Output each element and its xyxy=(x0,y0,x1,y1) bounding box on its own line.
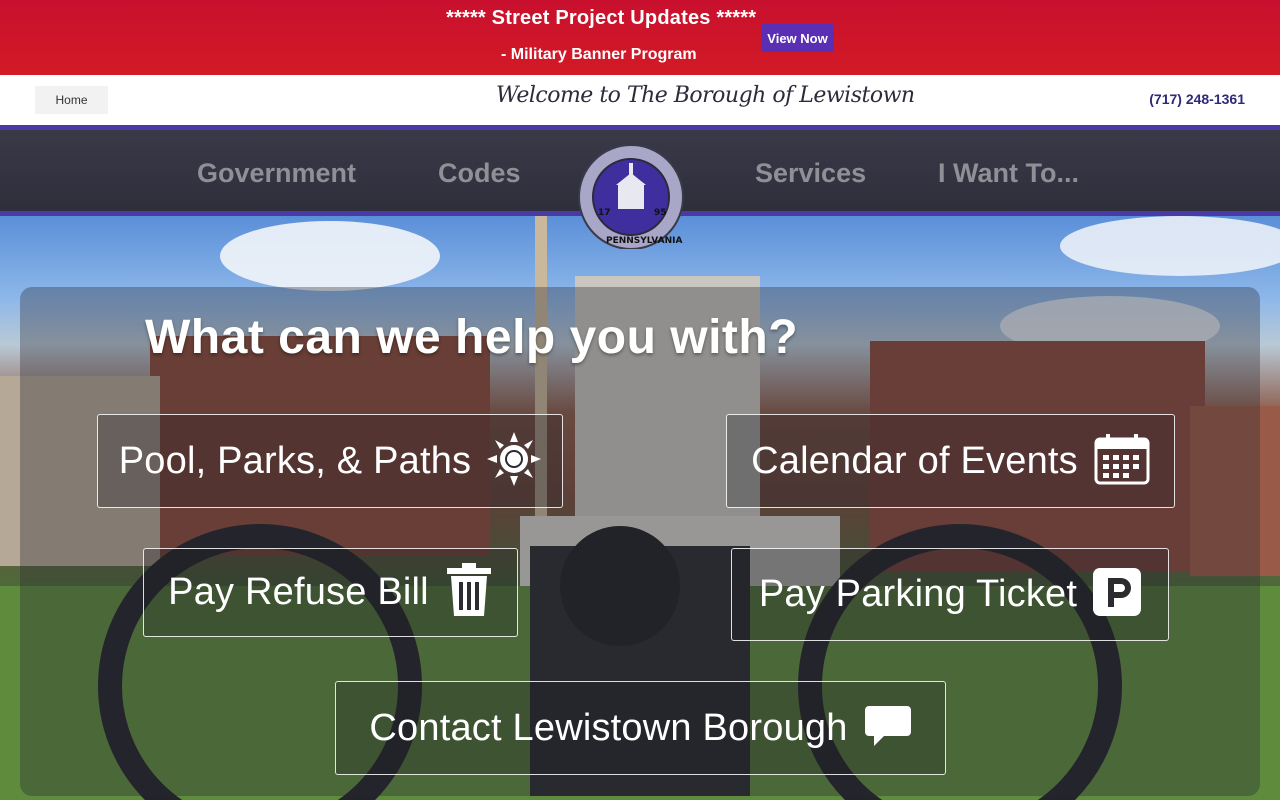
home-button[interactable]: Home xyxy=(35,86,108,114)
view-now-button[interactable]: View Now xyxy=(761,24,834,52)
action-label: Pool, Parks, & Paths xyxy=(118,439,472,482)
banner-subtitle: - Military Banner Program xyxy=(501,46,697,63)
action-label: Pay Parking Ticket xyxy=(758,573,1078,615)
seal-year-right: 95 xyxy=(654,208,667,218)
banner-title: ***** Street Project Updates ***** xyxy=(446,7,757,29)
contact-borough-button[interactable]: Contact Lewistown Borough xyxy=(335,681,946,775)
pay-refuse-bill-button[interactable]: Pay Refuse Bill xyxy=(143,548,518,637)
top-bar: Home Welcome to The Borough of Lewistown… xyxy=(0,75,1280,125)
parking-icon xyxy=(1093,568,1142,621)
action-label: Contact Lewistown Borough xyxy=(369,706,848,749)
nav-item-services[interactable]: Services xyxy=(755,158,866,189)
calendar-icon xyxy=(1094,433,1150,490)
action-label: Calendar of Events xyxy=(751,439,1078,482)
welcome-script-title: Welcome to The Borough of Lewistown xyxy=(496,83,915,108)
sun-icon xyxy=(487,431,542,491)
nav-item-government[interactable]: Government xyxy=(197,158,356,189)
pay-parking-ticket-button[interactable]: Pay Parking Ticket xyxy=(731,548,1169,641)
announcement-banner: ***** Street Project Updates ***** - Mil… xyxy=(0,0,1280,75)
seal-year-left: 17 xyxy=(598,208,611,218)
action-label: Pay Refuse Bill xyxy=(168,571,429,613)
page-title: What can we help you with? xyxy=(145,311,799,364)
pool-parks-paths-button[interactable]: Pool, Parks, & Paths xyxy=(97,414,563,508)
nav-item-i-want-to[interactable]: I Want To... xyxy=(938,158,1079,189)
seal-text-bottom: PENNSYLVANIA xyxy=(606,236,683,246)
borough-seal-logo[interactable]: 17 95 PENNSYLVANIA xyxy=(576,145,686,249)
trash-icon xyxy=(445,562,493,623)
phone-number[interactable]: (717) 248-1361 xyxy=(1149,91,1245,107)
nav-item-codes[interactable]: Codes xyxy=(438,158,521,189)
chat-icon xyxy=(864,704,912,753)
calendar-of-events-button[interactable]: Calendar of Events xyxy=(726,414,1175,508)
